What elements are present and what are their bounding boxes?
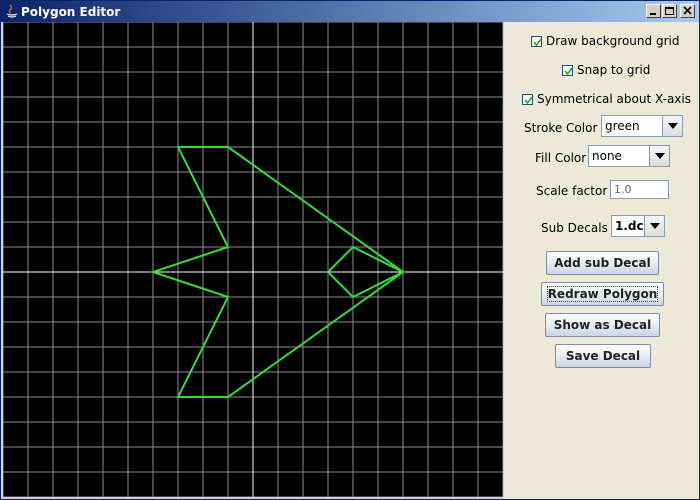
window-title: Polygon Editor — [21, 5, 121, 19]
fill-color-value: none — [592, 149, 622, 163]
polygon-canvas[interactable] — [3, 22, 503, 497]
sub-decals-select[interactable]: 1.dcl — [611, 215, 665, 237]
control-panel: Draw background grid Snap to grid Symmet… — [504, 22, 699, 499]
scale-factor-input[interactable]: 1.0 — [610, 180, 669, 199]
sub-decals-value: 1.dcl — [615, 219, 648, 233]
snap-grid-label: Snap to grid — [577, 63, 651, 77]
snap-grid-checkbox[interactable]: Snap to grid — [562, 63, 650, 77]
maximize-icon — [665, 7, 674, 15]
title-bar[interactable]: Polygon Editor — [1, 1, 699, 22]
fill-color-label: Fill Color — [535, 151, 587, 165]
show-as-decal-button[interactable]: Show as Decal — [545, 313, 660, 337]
fill-color-dropdown-button[interactable] — [649, 146, 669, 166]
draw-grid-checkbox-box[interactable] — [531, 35, 542, 47]
checkmark-icon — [524, 96, 533, 104]
maximize-button[interactable] — [662, 4, 677, 18]
close-icon — [683, 6, 692, 15]
minimize-icon — [650, 13, 656, 15]
close-button[interactable] — [680, 4, 695, 18]
save-decal-button[interactable]: Save Decal — [555, 344, 651, 368]
polygon-editor-window: Polygon Editor Draw background grid Snap… — [0, 0, 700, 500]
chevron-down-icon — [650, 223, 660, 229]
chevron-down-icon — [668, 123, 678, 129]
symmetric-label: Symmetrical about X-axis — [537, 92, 691, 106]
add-sub-decal-button[interactable]: Add sub Decal — [546, 251, 659, 275]
chevron-down-icon — [655, 153, 665, 159]
redraw-polygon-button[interactable]: Redraw Polygon — [541, 282, 664, 306]
scale-factor-label: Scale factor — [536, 184, 608, 198]
symmetric-checkbox-box[interactable] — [522, 93, 533, 105]
checkmark-icon — [533, 38, 542, 46]
fill-color-select[interactable]: none — [588, 145, 670, 167]
sub-decals-dropdown-button[interactable] — [644, 216, 664, 236]
stroke-color-value: green — [605, 119, 640, 133]
symmetric-checkbox[interactable]: Symmetrical about X-axis — [522, 92, 691, 106]
sub-decals-label: Sub Decals — [541, 221, 608, 235]
stroke-color-label: Stroke Color — [524, 121, 598, 135]
stroke-color-dropdown-button[interactable] — [662, 116, 682, 136]
draw-grid-label: Draw background grid — [546, 34, 680, 48]
java-app-icon — [6, 4, 18, 18]
snap-grid-checkbox-box[interactable] — [562, 64, 573, 76]
stroke-color-select[interactable]: green — [601, 115, 683, 137]
draw-grid-checkbox[interactable]: Draw background grid — [531, 34, 679, 48]
redraw-polygon-label: Redraw Polygon — [546, 286, 659, 302]
minimize-button[interactable] — [646, 4, 661, 18]
checkmark-icon — [564, 67, 573, 75]
